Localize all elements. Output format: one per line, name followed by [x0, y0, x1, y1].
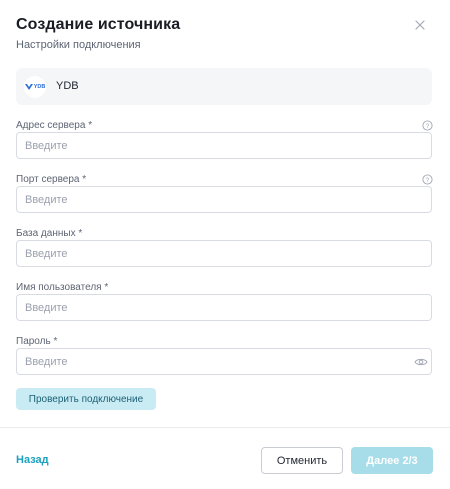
selected-source-card: YDB YDB — [16, 68, 432, 105]
username-label: Имя пользователя * — [16, 282, 109, 293]
cancel-button[interactable]: Отменить — [261, 447, 343, 474]
ydb-logo-icon — [24, 84, 33, 90]
check-connection-button[interactable]: Проверить подключение — [16, 388, 156, 410]
question-circle-icon[interactable]: ? — [422, 174, 433, 185]
dialog-subtitle: Настройки подключения — [16, 39, 141, 51]
password-label: Пароль * — [16, 336, 58, 347]
next-step-button[interactable]: Далее 2/3 — [351, 447, 433, 474]
close-button[interactable] — [414, 19, 430, 35]
ydb-logo: YDB — [24, 76, 46, 98]
create-source-dialog: Создание источника Настройки подключения… — [0, 0, 450, 489]
server-address-label: Адрес сервера * — [16, 120, 93, 131]
password-input[interactable] — [16, 348, 432, 375]
ydb-logo-text: YDB — [33, 84, 46, 90]
database-input[interactable] — [16, 240, 432, 267]
username-input[interactable] — [16, 294, 432, 321]
server-port-label: Порт сервера * — [16, 174, 87, 185]
dialog-title: Создание источника — [16, 16, 181, 33]
source-name: YDB — [56, 80, 79, 92]
server-port-input[interactable] — [16, 186, 432, 213]
database-label: База данных * — [16, 228, 83, 239]
svg-text:?: ? — [426, 123, 430, 130]
svg-text:?: ? — [426, 177, 430, 184]
server-address-input[interactable] — [16, 132, 432, 159]
question-circle-icon[interactable]: ? — [422, 120, 433, 131]
footer-divider — [0, 427, 450, 428]
close-icon — [415, 20, 425, 30]
back-button[interactable]: Назад — [16, 454, 49, 466]
eye-icon[interactable] — [414, 357, 428, 367]
